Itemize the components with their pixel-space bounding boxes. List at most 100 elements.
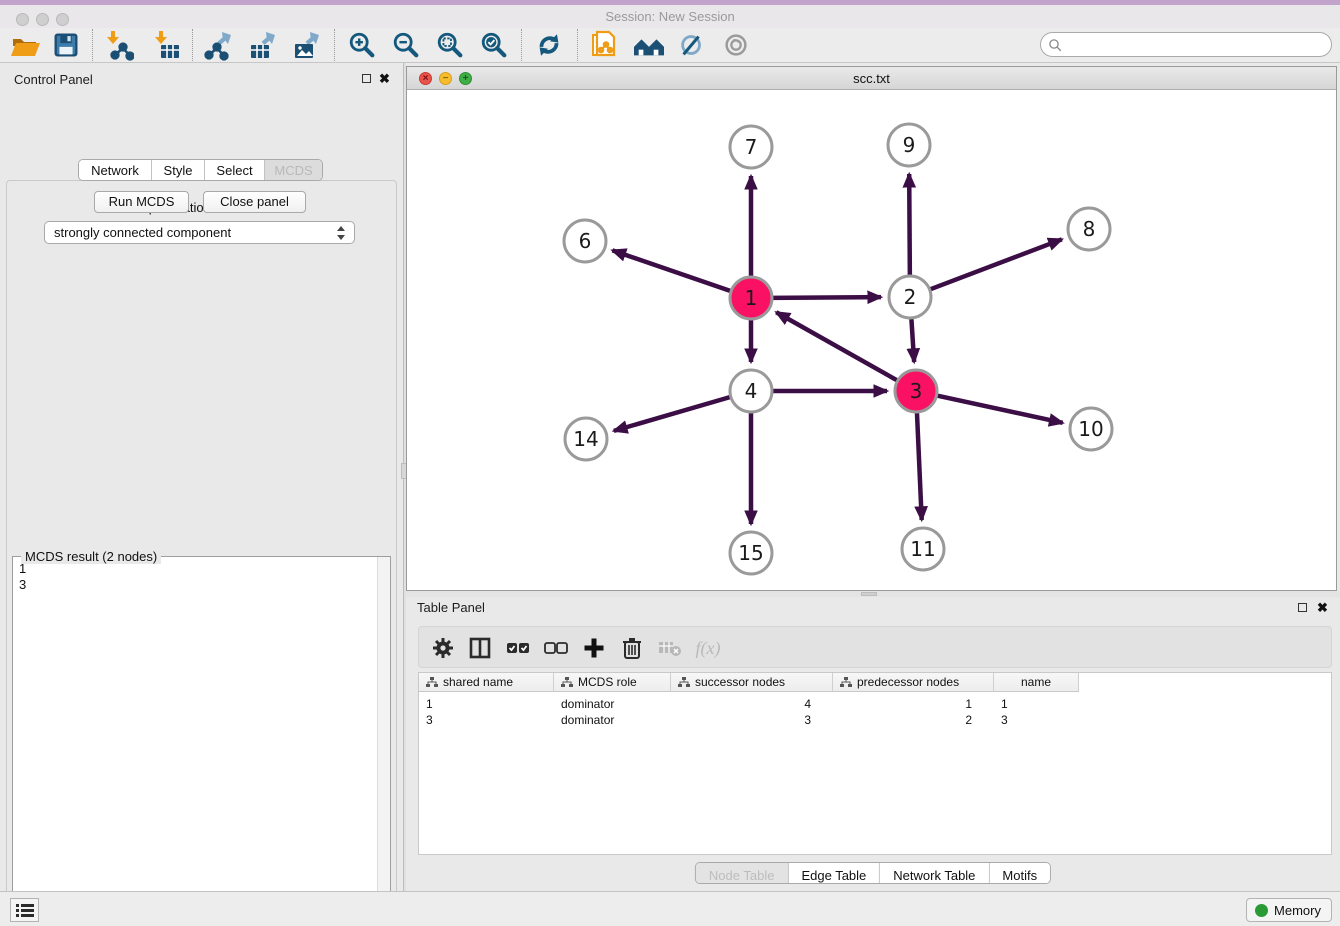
tab-node-table[interactable]: Node Table bbox=[696, 863, 789, 884]
graph-edge-1-6[interactable] bbox=[612, 250, 730, 290]
add-row-button[interactable] bbox=[578, 632, 610, 664]
cell-mcds-role[interactable]: dominator bbox=[554, 696, 671, 712]
float-table-panel-icon[interactable] bbox=[1298, 603, 1307, 612]
zoom-fit-button[interactable] bbox=[430, 29, 470, 61]
graph-node-label: 6 bbox=[579, 229, 592, 253]
home-button[interactable] bbox=[629, 29, 669, 61]
cell-shared-name[interactable]: 1 bbox=[419, 696, 554, 712]
cell-shared-name[interactable]: 3 bbox=[419, 712, 554, 728]
graph-edge-2-9[interactable] bbox=[909, 174, 910, 275]
network-window-titlebar[interactable]: × − + scc.txt bbox=[407, 67, 1336, 90]
mcds-result-box[interactable]: MCDS result (2 nodes) 1 3 bbox=[12, 556, 391, 926]
cell-predecessor-nodes[interactable]: 2 bbox=[833, 712, 994, 728]
import-table-button[interactable] bbox=[146, 29, 186, 61]
hierarchy-icon bbox=[561, 677, 573, 688]
cell-predecessor-nodes[interactable]: 1 bbox=[833, 696, 994, 712]
export-table-button[interactable] bbox=[242, 29, 282, 61]
application-window: Session: New Session bbox=[0, 0, 1340, 926]
graph-node-4[interactable]: 4 bbox=[730, 370, 772, 412]
close-table-panel-icon[interactable]: ✖ bbox=[1317, 603, 1328, 613]
save-session-button[interactable] bbox=[46, 29, 86, 61]
table-row[interactable]: 3 dominator 3 2 3 bbox=[419, 712, 1079, 728]
splitter-grip[interactable] bbox=[861, 592, 877, 596]
network-file-icon bbox=[589, 29, 621, 61]
graph-node-10[interactable]: 10 bbox=[1070, 408, 1112, 450]
tab-edge-table[interactable]: Edge Table bbox=[788, 863, 880, 884]
zoom-out-button[interactable] bbox=[386, 29, 426, 61]
zoom-fit-icon bbox=[435, 30, 465, 60]
column-header-successor-nodes[interactable]: successor nodes bbox=[671, 673, 833, 691]
ndex-button[interactable] bbox=[672, 29, 712, 61]
titlebar: Session: New Session bbox=[0, 5, 1340, 28]
graph-node-15[interactable]: 15 bbox=[730, 532, 772, 574]
graph-node-14[interactable]: 14 bbox=[565, 418, 607, 460]
graph-node-9[interactable]: 9 bbox=[888, 124, 930, 166]
column-header-name[interactable]: name bbox=[994, 673, 1079, 691]
export-network-button[interactable] bbox=[198, 29, 238, 61]
column-layout-button[interactable] bbox=[464, 632, 496, 664]
graph-node-label: 15 bbox=[738, 541, 763, 565]
import-network-button[interactable] bbox=[98, 29, 138, 61]
column-header-shared-name[interactable]: shared name bbox=[419, 673, 554, 691]
zoom-in-button[interactable] bbox=[342, 29, 382, 61]
criterion-dropdown[interactable]: strongly connected component bbox=[44, 221, 355, 244]
graph-node-7[interactable]: 7 bbox=[730, 126, 772, 168]
delete-table-button[interactable] bbox=[654, 632, 686, 664]
graph-edge-3-11[interactable] bbox=[917, 413, 922, 520]
graph-edge-3-1[interactable] bbox=[776, 312, 897, 380]
result-scrollbar[interactable] bbox=[377, 557, 390, 926]
graph-edge-2-8[interactable] bbox=[931, 239, 1062, 289]
list-icon bbox=[16, 903, 34, 917]
table-row[interactable]: 1 dominator 4 1 1 bbox=[419, 696, 1079, 712]
graph-edge-3-10[interactable] bbox=[937, 396, 1062, 423]
run-mcds-button[interactable]: Run MCDS bbox=[94, 191, 189, 213]
deselect-all-icon bbox=[543, 638, 569, 658]
column-split-icon bbox=[468, 636, 492, 660]
open-session-button[interactable] bbox=[4, 29, 44, 61]
graph-edge-2-3[interactable] bbox=[911, 319, 914, 362]
search-input[interactable] bbox=[1067, 35, 1325, 54]
graph-edge-4-14[interactable] bbox=[614, 397, 730, 431]
graph-node-8[interactable]: 8 bbox=[1068, 208, 1110, 250]
table-settings-button[interactable] bbox=[427, 632, 459, 664]
select-all-button[interactable] bbox=[502, 632, 534, 664]
tab-style[interactable]: Style bbox=[152, 160, 205, 180]
cell-mcds-role[interactable]: dominator bbox=[554, 712, 671, 728]
deselect-all-button[interactable] bbox=[540, 632, 572, 664]
graph-node-label: 11 bbox=[910, 537, 935, 561]
export-image-icon bbox=[290, 29, 322, 61]
float-panel-icon[interactable] bbox=[362, 74, 371, 83]
network-canvas[interactable]: 1 2 3 4 6 7 8 9 10 11 14 15 bbox=[407, 90, 1336, 590]
select-all-icon bbox=[505, 638, 531, 658]
cell-successor-nodes[interactable]: 3 bbox=[671, 712, 833, 728]
delete-row-button[interactable] bbox=[616, 632, 648, 664]
tab-select[interactable]: Select bbox=[205, 160, 265, 180]
close-panel-button[interactable]: Close panel bbox=[203, 191, 306, 213]
tab-network-table[interactable]: Network Table bbox=[880, 863, 989, 884]
graph-node-1[interactable]: 1 bbox=[730, 277, 772, 319]
hide-panel-button[interactable] bbox=[716, 29, 756, 61]
graph-edge-1-2[interactable] bbox=[773, 297, 881, 298]
memory-button[interactable]: Memory bbox=[1246, 898, 1332, 922]
zoom-selected-icon bbox=[479, 30, 509, 60]
graph-node-6[interactable]: 6 bbox=[564, 220, 606, 262]
graph-node-11[interactable]: 11 bbox=[902, 528, 944, 570]
tab-network[interactable]: Network bbox=[79, 160, 152, 180]
refresh-layout-button[interactable] bbox=[529, 29, 569, 61]
column-header-predecessor-nodes[interactable]: predecessor nodes bbox=[833, 673, 994, 691]
tab-motifs[interactable]: Motifs bbox=[989, 863, 1050, 884]
cell-name[interactable]: 3 bbox=[994, 712, 1079, 728]
zoom-selected-button[interactable] bbox=[474, 29, 514, 61]
task-history-button[interactable] bbox=[10, 898, 39, 922]
export-image-button[interactable] bbox=[286, 29, 326, 61]
graph-node-2[interactable]: 2 bbox=[889, 276, 931, 318]
cell-successor-nodes[interactable]: 4 bbox=[671, 696, 833, 712]
function-builder-button[interactable]: f(x) bbox=[692, 632, 724, 664]
cell-name[interactable]: 1 bbox=[994, 696, 1079, 712]
close-panel-icon[interactable]: ✖ bbox=[379, 74, 390, 84]
graph-node-3[interactable]: 3 bbox=[895, 370, 937, 412]
graph-node-label: 8 bbox=[1083, 217, 1096, 241]
tab-mcds[interactable]: MCDS bbox=[265, 160, 322, 180]
network-from-file-button[interactable] bbox=[585, 29, 625, 61]
column-header-mcds-role[interactable]: MCDS role bbox=[554, 673, 671, 691]
